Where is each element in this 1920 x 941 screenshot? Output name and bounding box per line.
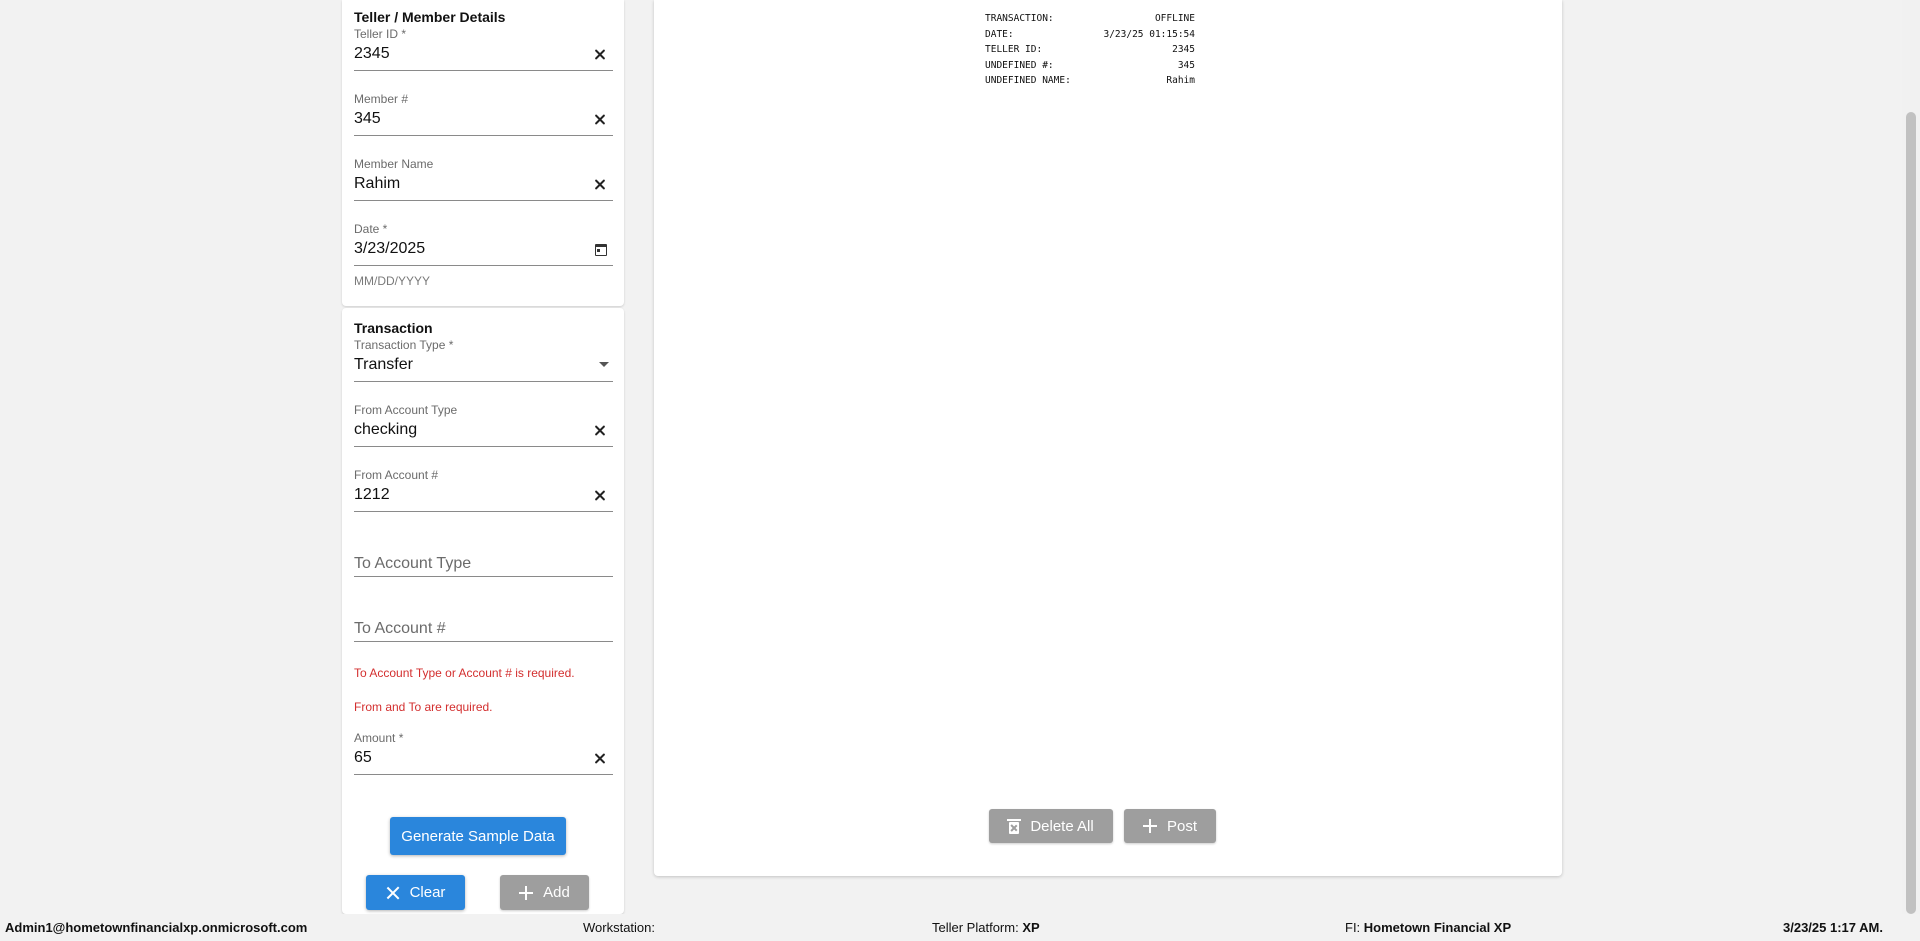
from-account-type-label: From Account Type	[354, 403, 458, 417]
field-underline	[354, 576, 613, 577]
vertical-scrollbar[interactable]	[1902, 0, 1920, 914]
receipt-value: 3/23/25 01:15:54	[1103, 28, 1195, 40]
error-message: From and To are required.	[354, 700, 493, 714]
clear-button[interactable]: Clear	[366, 875, 465, 910]
receipt-value: 2345	[1172, 44, 1195, 56]
close-icon	[386, 886, 400, 900]
generate-sample-data-button[interactable]: Generate Sample Data	[390, 817, 566, 855]
close-icon[interactable]	[593, 113, 607, 127]
teller-member-card: Teller / Member Details Teller ID * 2345…	[342, 0, 624, 306]
field-underline	[354, 70, 613, 71]
transaction-section-title: Transaction	[354, 320, 433, 336]
fi-label: FI:	[1345, 920, 1361, 935]
form-panel: Teller / Member Details Teller ID * 2345…	[342, 0, 624, 914]
amount-value[interactable]: 65	[354, 749, 372, 767]
member-number-field[interactable]: Member # 345	[354, 92, 613, 136]
date-field[interactable]: Date * 3/23/2025	[354, 222, 613, 266]
workstation-label: Workstation:	[583, 920, 656, 935]
receipt-value: 345	[1177, 59, 1195, 71]
member-number-value[interactable]: 345	[354, 110, 381, 128]
receipt-row: TRANSACTION: OFFLINE	[985, 11, 1195, 27]
receipt-value: OFFLINE	[1154, 13, 1195, 24]
field-underline	[354, 135, 613, 136]
plus-icon	[519, 885, 534, 900]
transaction-type-value[interactable]: Transfer	[354, 356, 413, 374]
calendar-icon[interactable]	[595, 244, 607, 256]
from-account-type-field[interactable]: From Account Type checking	[354, 403, 613, 447]
field-underline	[354, 446, 613, 447]
fi-value: Hometown Financial XP	[1363, 920, 1512, 935]
post-button[interactable]: Post	[1124, 809, 1216, 843]
date-value[interactable]: 3/23/2025	[354, 240, 425, 258]
add-button[interactable]: Add	[500, 875, 589, 910]
status-workstation: Workstation:	[583, 920, 655, 935]
receipt-value: Rahim	[1166, 75, 1195, 87]
close-icon[interactable]	[593, 489, 607, 503]
status-fi: FI: Hometown Financial XP	[1345, 920, 1511, 935]
member-name-value[interactable]: Rahim	[354, 175, 400, 193]
from-account-type-value[interactable]: checking	[354, 421, 417, 439]
field-underline	[354, 200, 613, 201]
receipt-key: TRANSACTION:	[985, 13, 1054, 24]
transaction-type-label: Transaction Type *	[354, 338, 454, 352]
amount-field[interactable]: Amount * 65	[354, 731, 613, 775]
close-icon[interactable]	[593, 178, 607, 192]
amount-label: Amount *	[354, 731, 404, 745]
receipt-row: UNDEFINED NAME: Rahim	[985, 73, 1195, 89]
post-label: Post	[1166, 817, 1197, 835]
status-datetime: 3/23/25 1:17 AM.	[1783, 920, 1883, 935]
receipt-row: TELLER ID: 2345	[985, 42, 1195, 58]
from-account-number-label: From Account #	[354, 468, 439, 482]
teller-id-label: Teller ID *	[354, 27, 407, 41]
receipt-row: DATE: 3/23/25 01:15:54	[985, 27, 1195, 43]
delete-all-button[interactable]: Delete All	[989, 809, 1113, 843]
error-message: To Account Type or Account # is required…	[354, 666, 575, 680]
platform-value: XP	[1022, 920, 1040, 935]
to-account-type-field[interactable]: To Account Type	[354, 533, 613, 577]
scrollbar-thumb[interactable]	[1906, 112, 1916, 914]
receipt: TRANSACTION: OFFLINE DATE: 3/23/25 01:15:54…	[985, 11, 1195, 89]
field-underline	[354, 641, 613, 642]
receipt-key: UNDEFINED NAME:	[985, 75, 1071, 87]
status-platform: Teller Platform: XP	[932, 920, 1040, 935]
delete-all-label: Delete All	[1030, 817, 1094, 835]
status-bar: Admin1@hometownfinancialxp.onmicrosoft.c…	[0, 914, 1920, 941]
date-helper-text: MM/DD/YYYY	[354, 274, 431, 288]
teller-id-field[interactable]: Teller ID * 2345	[354, 27, 613, 71]
to-account-number-placeholder: To Account #	[354, 620, 446, 637]
receipt-key: UNDEFINED #:	[985, 59, 1054, 71]
to-account-number-field[interactable]: To Account #	[354, 598, 613, 642]
platform-label: Teller Platform:	[932, 920, 1019, 935]
transaction-type-select[interactable]: Transaction Type * Transfer	[354, 338, 613, 382]
caret-down-icon[interactable]	[599, 362, 609, 367]
teller-section-title: Teller / Member Details	[354, 9, 506, 25]
from-account-number-value[interactable]: 1212	[354, 486, 390, 504]
trash-icon	[1007, 818, 1022, 834]
field-underline	[354, 511, 613, 512]
member-name-field[interactable]: Member Name Rahim	[354, 157, 613, 201]
member-name-label: Member Name	[354, 157, 434, 171]
add-label: Add	[543, 884, 570, 901]
teller-id-value[interactable]: 2345	[354, 45, 390, 63]
from-account-number-field[interactable]: From Account # 1212	[354, 468, 613, 512]
field-underline	[354, 265, 613, 266]
close-icon[interactable]	[593, 752, 607, 766]
to-account-type-placeholder: To Account Type	[354, 555, 472, 572]
receipt-key: DATE:	[985, 28, 1014, 40]
generate-sample-data-label: Generate Sample Data	[401, 827, 555, 845]
close-icon[interactable]	[593, 48, 607, 62]
clear-label: Clear	[409, 884, 446, 901]
plus-icon	[1142, 819, 1157, 833]
field-underline	[354, 381, 613, 382]
field-underline	[354, 774, 613, 775]
member-number-label: Member #	[354, 92, 409, 106]
status-user: Admin1@hometownfinancialxp.onmicrosoft.c…	[5, 920, 308, 935]
receipt-preview-panel: TRANSACTION: OFFLINE DATE: 3/23/25 01:15:54…	[654, 0, 1562, 876]
transaction-card: Transaction Transaction Type * Transfer …	[342, 308, 624, 914]
receipt-key: TELLER ID:	[985, 44, 1043, 56]
receipt-row: UNDEFINED #: 345	[985, 58, 1195, 74]
date-label: Date *	[354, 222, 388, 236]
close-icon[interactable]	[593, 424, 607, 438]
